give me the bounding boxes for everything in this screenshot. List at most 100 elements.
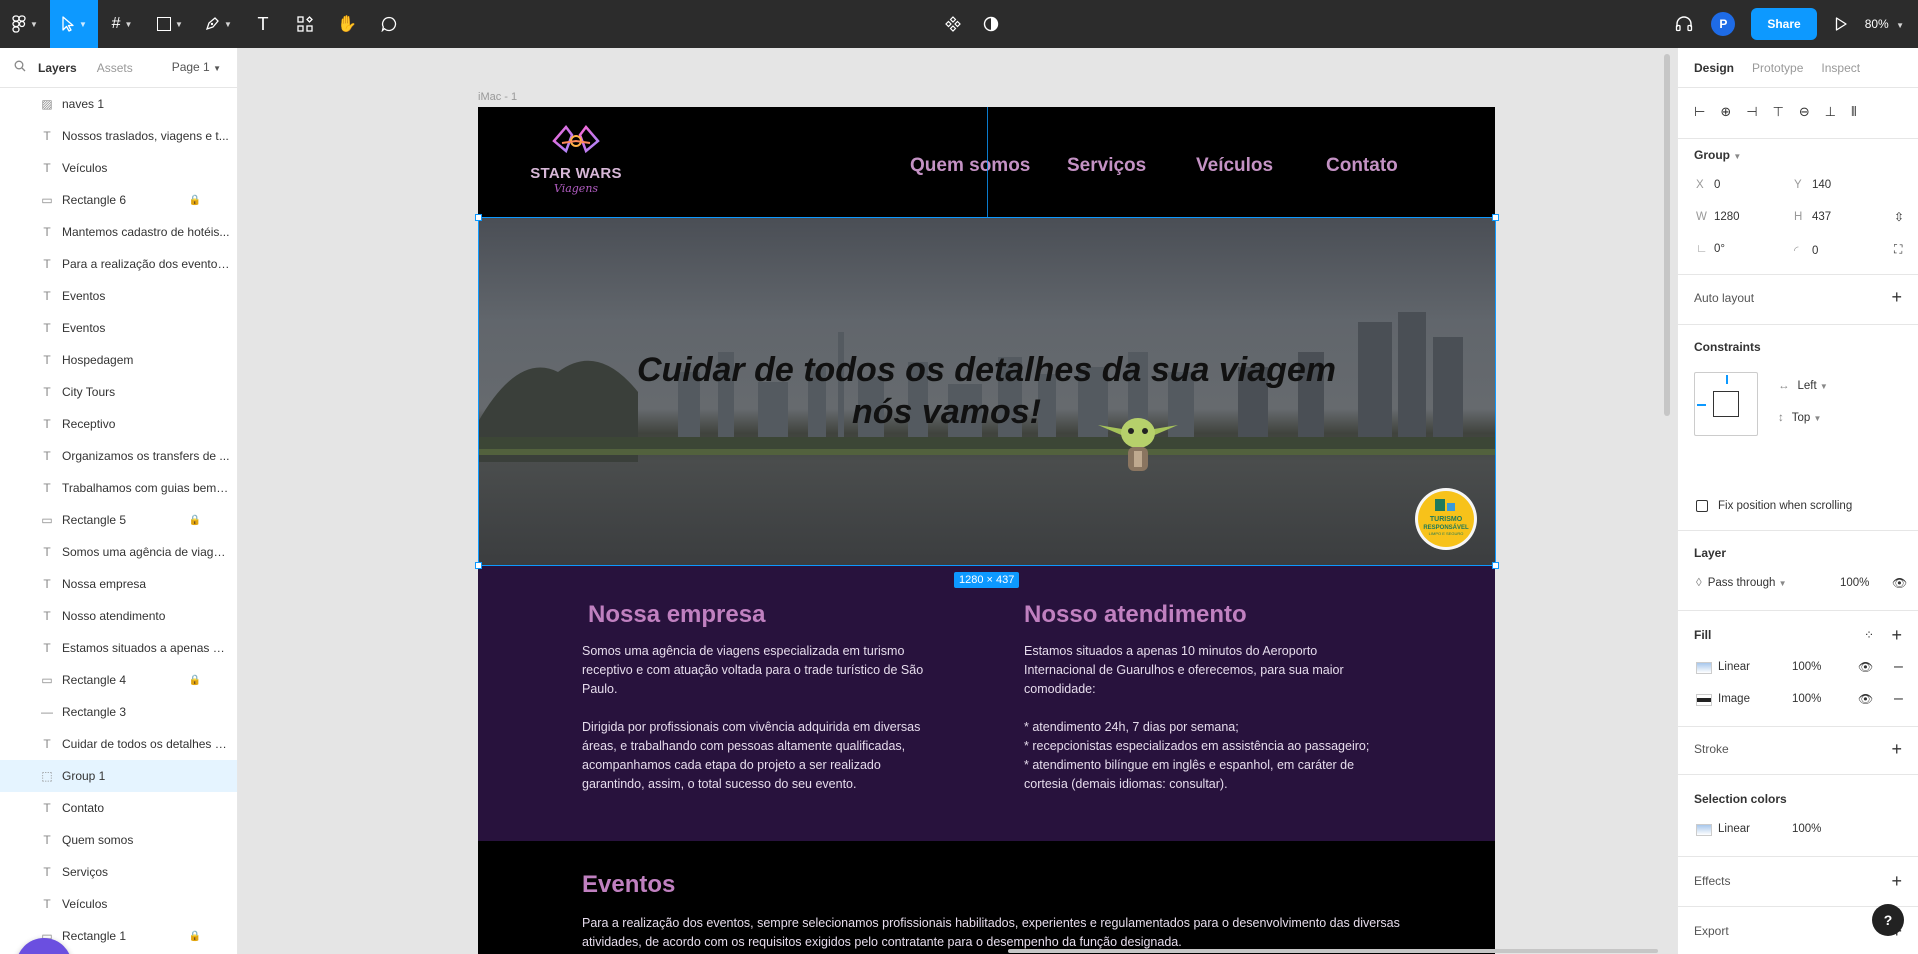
layer-row[interactable]: T Cuidar de todos os detalhes d... <box>0 728 237 760</box>
site-header[interactable]: STAR WARS Viagens Quem somos Serviços Ve… <box>478 107 1495 217</box>
align-middle-v-icon[interactable]: ⊖ <box>1799 104 1810 120</box>
layer-row[interactable]: T Contato <box>0 792 237 824</box>
group-type-dropdown[interactable]: Group ▼ <box>1694 148 1741 162</box>
width-field[interactable]: W 1280 <box>1696 211 1740 223</box>
eye-icon[interactable]: 👁 <box>1858 660 1873 674</box>
independent-corners-icon[interactable]: ⛶ <box>1894 242 1902 257</box>
fill-2-type[interactable]: Image <box>1718 693 1750 705</box>
zoom-dropdown[interactable]: 80% ▼ <box>1865 17 1904 31</box>
frame-tool-button[interactable]: # ▼ <box>98 0 146 48</box>
remove-fill-icon[interactable]: – <box>1894 658 1903 676</box>
selection-color-type[interactable]: Linear <box>1718 823 1750 835</box>
x-field[interactable]: X0 <box>1696 179 1720 191</box>
layer-row[interactable]: T Quem somos <box>0 824 237 856</box>
user-avatar[interactable]: P <box>1711 12 1736 36</box>
constraint-left-bar[interactable] <box>1697 404 1706 406</box>
distribute-icon[interactable]: ⫴ <box>1851 104 1856 120</box>
layer-row[interactable]: ▨ naves 1 <box>0 88 237 120</box>
lock-icon[interactable]: 🔒 <box>189 195 201 206</box>
resize-handle-top-left[interactable] <box>475 214 482 221</box>
layer-row[interactable]: ▭ Rectangle 5 🔒 <box>0 504 237 536</box>
present-button[interactable] <box>1835 0 1847 48</box>
layer-row[interactable]: T Hospedagem <box>0 344 237 376</box>
hand-tool-button[interactable]: ✋ <box>326 0 368 48</box>
layer-row[interactable]: T Somos uma agência de viage... <box>0 536 237 568</box>
fix-position-checkbox[interactable] <box>1696 500 1708 512</box>
site-logo[interactable]: STAR WARS Viagens <box>528 119 624 199</box>
add-auto-layout-icon[interactable]: + <box>1891 288 1902 306</box>
lock-icon[interactable]: 🔒 <box>189 675 201 686</box>
add-effect-icon[interactable]: + <box>1891 872 1902 890</box>
eventos-title[interactable]: Eventos <box>582 871 675 899</box>
eye-icon[interactable]: 👁 <box>1892 576 1907 590</box>
layer-row[interactable]: T Organizamos os transfers de ... <box>0 440 237 472</box>
nossa-empresa-title[interactable]: Nossa empresa <box>588 601 765 629</box>
align-bottom-icon[interactable]: ⊥ <box>1825 104 1836 120</box>
horizontal-constraint-dropdown[interactable]: ↔ Left ▼ <box>1778 380 1828 392</box>
align-right-icon[interactable]: ⊣ <box>1746 104 1757 120</box>
search-icon[interactable] <box>14 60 26 75</box>
eventos-text[interactable]: Para a realização dos eventos, sempre se… <box>582 914 1482 952</box>
remove-fill-icon[interactable]: – <box>1894 690 1903 708</box>
constraint-top-bar[interactable] <box>1726 375 1728 384</box>
theme-toggle-button[interactable] <box>983 0 999 48</box>
height-field[interactable]: H 437 <box>1794 211 1831 223</box>
layer-row[interactable]: T Veículos <box>0 152 237 184</box>
frame-label[interactable]: iMac - 1 <box>478 91 517 103</box>
horizontal-scrollbar[interactable] <box>1008 949 1658 953</box>
tab-prototype[interactable]: Prototype <box>1752 61 1803 75</box>
image-fill-swatch[interactable] <box>1696 694 1712 706</box>
resize-handle-bottom-left[interactable] <box>475 562 482 569</box>
layer-row[interactable]: T Serviços <box>0 856 237 888</box>
resize-handle-bottom-right[interactable] <box>1492 562 1499 569</box>
y-field[interactable]: Y 140 <box>1794 179 1831 191</box>
fill-2-opacity[interactable]: 100% <box>1792 693 1821 705</box>
component-button[interactable] <box>945 0 961 48</box>
nav-servicos[interactable]: Serviços <box>1067 155 1146 177</box>
constrain-proportions-icon[interactable]: ⇳ <box>1894 210 1904 224</box>
nav-contato[interactable]: Contato <box>1326 155 1398 177</box>
events-section[interactable]: Eventos Para a realização dos eventos, s… <box>478 841 1495 954</box>
selection-bounding-box[interactable] <box>475 214 1499 569</box>
share-button[interactable]: Share <box>1751 8 1817 40</box>
help-button[interactable]: ? <box>1872 904 1904 936</box>
tab-inspect[interactable]: Inspect <box>1821 61 1860 75</box>
align-top-icon[interactable]: ⊤ <box>1773 104 1784 120</box>
layer-row[interactable]: T Nossos traslados, viagens e t... <box>0 120 237 152</box>
layer-row[interactable]: T Trabalhamos com guias bem t... <box>0 472 237 504</box>
shape-tool-button[interactable]: ▼ <box>146 0 194 48</box>
nosso-atendimento-title[interactable]: Nosso atendimento <box>1024 601 1247 629</box>
selection-color-opacity[interactable]: 100% <box>1792 823 1821 835</box>
add-stroke-icon[interactable]: + <box>1891 740 1902 758</box>
resize-handle-top-right[interactable] <box>1492 214 1499 221</box>
vertical-constraint-dropdown[interactable]: ↕ Top ▼ <box>1778 412 1821 424</box>
layer-row[interactable]: T Eventos <box>0 312 237 344</box>
add-fill-icon[interactable]: + <box>1891 626 1902 644</box>
layer-row[interactable]: T Nosso atendimento <box>0 600 237 632</box>
constraints-widget[interactable] <box>1694 372 1758 436</box>
fill-1-opacity[interactable]: 100% <box>1792 661 1821 673</box>
page-selector[interactable]: Page 1 ▼ <box>172 60 221 74</box>
layer-row[interactable]: ▭ Rectangle 4 🔒 <box>0 664 237 696</box>
audio-button[interactable] <box>1675 0 1693 48</box>
layer-row[interactable]: ⬚ Group 1 <box>0 760 237 792</box>
layer-row[interactable]: — Rectangle 3 <box>0 696 237 728</box>
blend-mode-dropdown[interactable]: ◊ Pass through ▼ <box>1696 577 1787 589</box>
tab-assets[interactable]: Assets <box>97 61 133 75</box>
align-left-icon[interactable]: ⊢ <box>1694 104 1705 120</box>
layer-row[interactable]: T Mantemos cadastro de hotéis... <box>0 216 237 248</box>
tab-layers[interactable]: Layers <box>38 61 77 75</box>
align-center-h-icon[interactable]: ⊕ <box>1720 104 1731 120</box>
layer-row[interactable]: T Estamos situados a apenas 10... <box>0 632 237 664</box>
main-menu-button[interactable]: ▼ <box>0 0 50 48</box>
layer-opacity[interactable]: 100% <box>1840 577 1869 589</box>
layer-row[interactable]: T Veículos <box>0 888 237 920</box>
fill-1-type[interactable]: Linear <box>1718 661 1750 673</box>
pen-tool-button[interactable]: ▼ <box>194 0 242 48</box>
tab-design[interactable]: Design <box>1694 61 1734 75</box>
canvas[interactable]: iMac - 1 STAR WARS Viagens Quem somos Se… <box>238 48 1677 954</box>
layer-row[interactable]: T Eventos <box>0 280 237 312</box>
about-section[interactable]: Nossa empresa Somos uma agência de viage… <box>478 566 1495 841</box>
move-tool-button[interactable]: ▼ <box>50 0 98 48</box>
style-grid-icon[interactable]: ⁘ <box>1864 628 1874 642</box>
